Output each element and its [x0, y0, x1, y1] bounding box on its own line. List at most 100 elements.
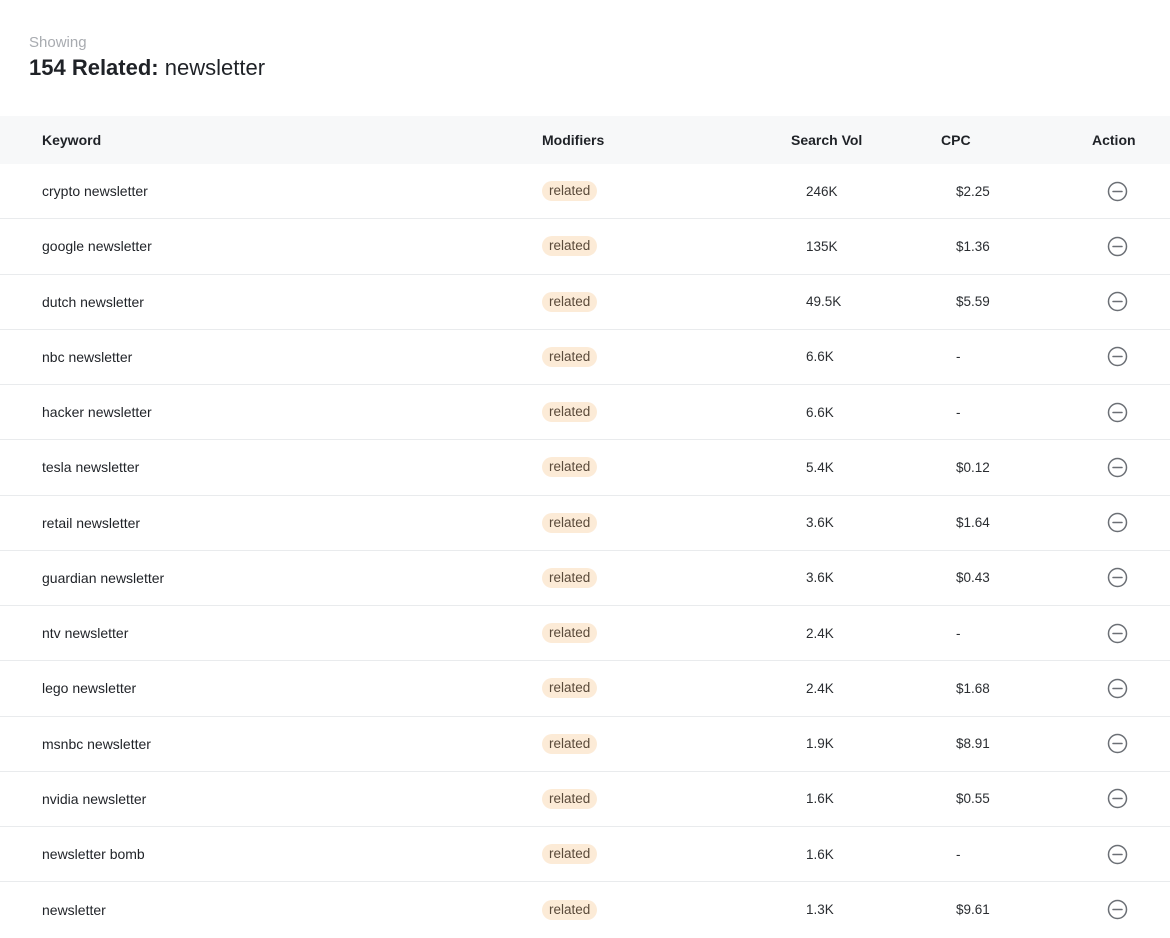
remove-circle-icon — [1107, 623, 1127, 643]
remove-keyword-button[interactable] — [1106, 346, 1128, 368]
search-volume-cell: 3.6K — [806, 515, 834, 531]
table-row: dutch newsletter related 49.5K $5.59 — [0, 275, 1170, 330]
modifier-cell: related — [542, 772, 598, 826]
remove-circle-icon — [1107, 733, 1127, 754]
modifier-cell: related — [542, 827, 598, 881]
search-volume-cell: 3.6K — [806, 570, 834, 586]
modifier-cell: related — [542, 551, 598, 605]
search-volume-cell: 1.3K — [806, 902, 834, 918]
table-row: guardian newsletter related 3.6K $0.43 — [0, 551, 1170, 606]
remove-keyword-button[interactable] — [1106, 899, 1128, 921]
page-title: 154 Related: newsletter — [29, 55, 265, 81]
keyword-cell: ntv newsletter — [42, 625, 129, 642]
modifier-cell: related — [542, 606, 598, 660]
table-row: google newsletter related 135K $1.36 — [0, 219, 1170, 275]
action-cell — [1106, 164, 1128, 218]
search-volume-cell: 1.9K — [806, 736, 834, 752]
modifier-cell: related — [542, 440, 598, 494]
remove-keyword-button[interactable] — [1106, 733, 1128, 755]
search-volume-cell: 2.4K — [806, 680, 834, 696]
action-cell — [1106, 827, 1128, 881]
remove-keyword-button[interactable] — [1106, 291, 1128, 313]
table-row: tesla newsletter related 5.4K $0.12 — [0, 440, 1170, 496]
remove-circle-icon — [1107, 291, 1127, 312]
action-cell — [1106, 661, 1128, 715]
table-row: nbc newsletter related 6.6K - — [0, 330, 1170, 385]
search-query: newsletter — [164, 55, 266, 80]
cpc-cell: - — [956, 349, 961, 365]
remove-keyword-button[interactable] — [1106, 788, 1128, 810]
cpc-cell: $9.61 — [956, 902, 990, 918]
remove-keyword-button[interactable] — [1106, 235, 1128, 257]
search-volume-cell: 49.5K — [806, 294, 842, 310]
cpc-cell: - — [956, 625, 961, 641]
keyword-cell: lego newsletter — [42, 680, 137, 697]
cpc-cell: - — [956, 846, 961, 862]
keyword-cell: crypto newsletter — [42, 183, 148, 200]
remove-keyword-button[interactable] — [1106, 567, 1128, 589]
remove-keyword-button[interactable] — [1106, 843, 1128, 865]
remove-circle-icon — [1107, 844, 1127, 864]
table-row: newsletter bomb related 1.6K - — [0, 827, 1170, 883]
cpc-cell: $1.68 — [956, 680, 990, 696]
remove-keyword-button[interactable] — [1106, 512, 1128, 534]
remove-circle-icon — [1107, 181, 1127, 201]
cpc-cell: $0.55 — [956, 791, 990, 807]
column-header-search-vol[interactable]: Search Vol — [791, 116, 862, 164]
keywords-table: Keyword Modifiers Search Vol CPC Action … — [0, 116, 1170, 938]
cpc-cell: $0.43 — [956, 570, 990, 586]
modifier-cell: related — [542, 882, 598, 937]
table-row: retail newsletter related 3.6K $1.64 — [0, 496, 1170, 551]
remove-keyword-button[interactable] — [1106, 401, 1128, 423]
cpc-cell: $8.91 — [956, 736, 990, 752]
search-volume-cell: 6.6K — [806, 404, 834, 420]
remove-circle-icon — [1107, 900, 1127, 920]
table-row: newsletter related 1.3K $9.61 — [0, 882, 1170, 937]
search-volume-cell: 5.4K — [806, 459, 834, 475]
action-cell — [1106, 772, 1128, 826]
search-volume-cell: 135K — [806, 238, 838, 254]
action-cell — [1106, 717, 1128, 771]
modifier-badge: related — [542, 899, 598, 920]
showing-label: Showing — [29, 34, 87, 51]
action-cell — [1106, 385, 1128, 439]
action-cell — [1106, 496, 1128, 550]
cpc-cell: $1.64 — [956, 515, 990, 531]
action-cell — [1106, 551, 1128, 605]
search-volume-cell: 1.6K — [806, 791, 834, 807]
search-volume-cell: 246K — [806, 183, 838, 199]
table-row: msnbc newsletter related 1.9K $8.91 — [0, 717, 1170, 772]
modifier-badge: related — [542, 567, 598, 588]
remove-circle-icon — [1107, 512, 1127, 533]
remove-keyword-button[interactable] — [1106, 180, 1128, 202]
keyword-cell: nvidia newsletter — [42, 790, 147, 807]
keyword-cell: msnbc newsletter — [42, 735, 151, 752]
modifier-badge: related — [542, 844, 598, 865]
modifier-badge: related — [542, 512, 598, 533]
remove-keyword-button[interactable] — [1106, 622, 1128, 644]
remove-circle-icon — [1107, 789, 1127, 809]
modifier-badge: related — [542, 181, 598, 202]
modifier-badge: related — [542, 402, 598, 423]
action-cell — [1106, 882, 1128, 937]
column-header-cpc[interactable]: CPC — [941, 116, 971, 164]
modifier-badge: related — [542, 346, 598, 367]
remove-keyword-button[interactable] — [1106, 456, 1128, 478]
action-cell — [1106, 330, 1128, 384]
cpc-cell: - — [956, 404, 961, 420]
modifier-cell: related — [542, 330, 598, 384]
search-volume-cell: 2.4K — [806, 625, 834, 641]
cpc-cell: $1.36 — [956, 238, 990, 254]
modifier-cell: related — [542, 164, 598, 218]
modifier-badge: related — [542, 236, 598, 257]
remove-circle-icon — [1107, 347, 1127, 367]
modifier-cell: related — [542, 496, 598, 550]
column-header-modifiers[interactable]: Modifiers — [542, 116, 604, 164]
keyword-cell: tesla newsletter — [42, 459, 140, 476]
column-header-keyword[interactable]: Keyword — [42, 116, 101, 164]
result-count: 154 Related: — [29, 55, 159, 80]
keyword-cell: newsletter bomb — [42, 846, 145, 863]
remove-keyword-button[interactable] — [1106, 677, 1128, 699]
modifier-cell: related — [542, 385, 598, 439]
table-row: lego newsletter related 2.4K $1.68 — [0, 661, 1170, 717]
